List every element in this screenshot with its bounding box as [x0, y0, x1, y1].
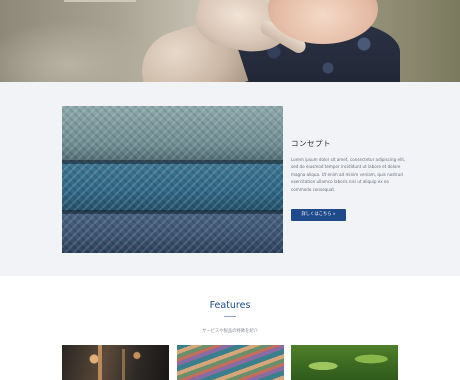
features-section: Features サービスや製品の特徴を紹介 [0, 276, 460, 380]
loom-bar [122, 349, 125, 380]
feature-image-loom [62, 345, 169, 380]
concept-title: コンセプト [291, 139, 331, 148]
fabric-layer-middle [62, 162, 283, 212]
feature-image-leaves [291, 345, 398, 380]
fabric-layer-top [62, 106, 283, 162]
features-divider [224, 316, 236, 317]
hero-background [0, 20, 160, 82]
read-more-button[interactable]: 詳しくはこちら » [291, 209, 346, 221]
concept-body-text: Lorem ipsum dolor sit amet, consectetur … [291, 157, 406, 192]
features-title: Features [209, 300, 251, 311]
concept-fabric-image [62, 106, 283, 253]
fabric-seam [62, 160, 283, 164]
feature-image-threads [177, 345, 284, 380]
loom-bar [98, 345, 102, 380]
hero-caption-line [64, 0, 136, 2]
concept-section: コンセプト Lorem ipsum dolor sit amet, consec… [0, 82, 460, 276]
fabric-layer-bottom [62, 212, 283, 253]
features-subtitle: サービスや製品の特徴を紹介 [202, 329, 258, 334]
fabric-seam [62, 210, 283, 214]
hero-image [0, 0, 460, 82]
